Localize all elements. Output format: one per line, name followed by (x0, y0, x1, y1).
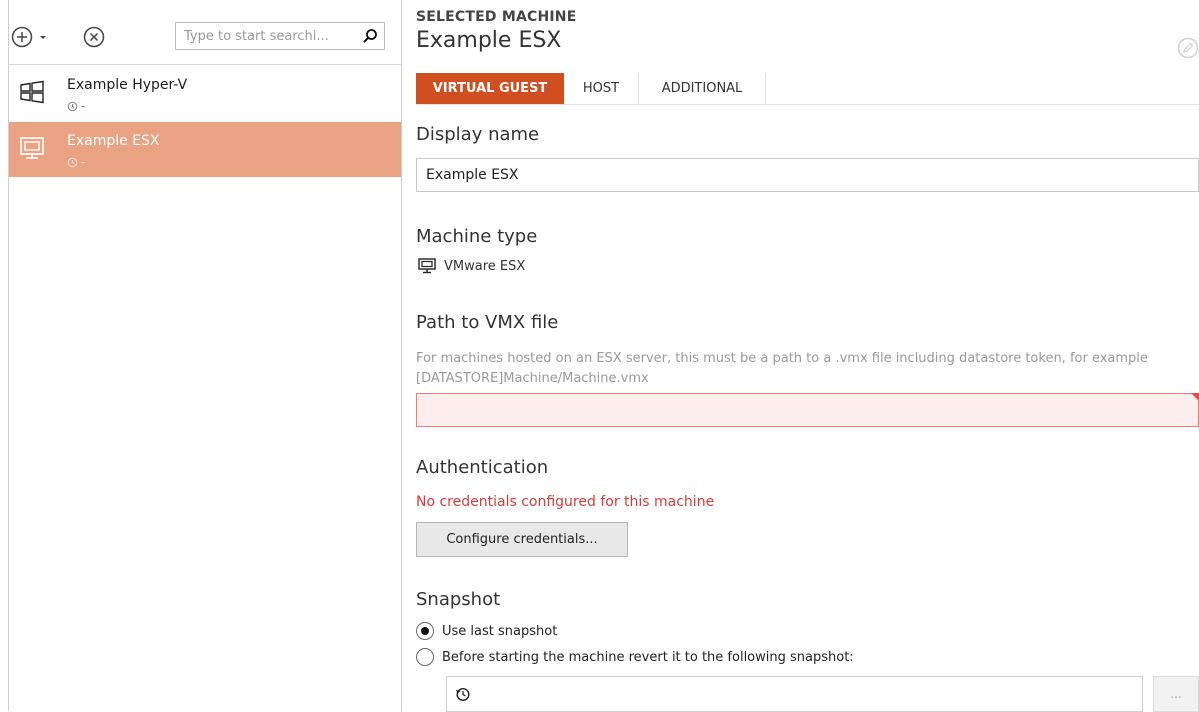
machine-type-value: VMware ESX (418, 258, 525, 274)
radio-button[interactable] (416, 648, 434, 666)
tab-bar: VIRTUAL GUEST HOST ADDITIONAL (416, 73, 1199, 105)
monitor-icon (20, 137, 44, 159)
configure-credentials-button[interactable]: Configure credentials... (416, 522, 628, 557)
chevron-down-icon[interactable] (37, 30, 49, 44)
vmx-path-hint: For machines hosted on an ESX server, th… (416, 351, 1148, 386)
credentials-warning: No credentials configured for this machi… (416, 494, 715, 510)
machine-status-text: - (81, 155, 86, 169)
vmx-path-label: Path to VMX file (416, 312, 559, 333)
machine-list-pane: Example Hyper-V - Example ESX - (8, 0, 402, 711)
validation-error-marker (1191, 393, 1199, 401)
list-toolbar (9, 0, 401, 65)
machine-status: - (67, 155, 85, 169)
search-input[interactable] (176, 23, 354, 49)
machine-list-item-esx[interactable]: Example ESX - (9, 122, 401, 177)
machine-name: Example Hyper-V (67, 77, 188, 93)
search-icon[interactable] (362, 28, 378, 44)
snapshot-select-field[interactable] (446, 676, 1143, 712)
history-icon (67, 101, 78, 111)
radio-button[interactable] (416, 622, 434, 640)
machine-type-text: VMware ESX (444, 258, 526, 274)
history-icon (455, 687, 470, 702)
authentication-label: Authentication (416, 457, 549, 478)
search-box (175, 22, 385, 50)
tab-virtual-guest[interactable]: VIRTUAL GUEST (416, 73, 564, 104)
snapshot-label: Snapshot (416, 589, 501, 610)
monitor-icon (418, 258, 436, 274)
machine-status-text: - (81, 99, 86, 113)
plus-circle-icon[interactable] (11, 26, 33, 48)
machine-status: - (67, 99, 85, 113)
tab-host[interactable]: HOST (564, 73, 638, 104)
windows-icon (20, 80, 44, 104)
display-name-input[interactable] (416, 158, 1199, 192)
display-name-label: Display name (416, 124, 540, 145)
machine-name: Example ESX (67, 133, 160, 149)
history-icon (67, 157, 78, 167)
close-circle-icon[interactable] (83, 26, 105, 48)
machine-details-pane: SELECTED MACHINE Example ESX VIRTUAL GUE… (416, 0, 1199, 712)
edit-icon[interactable] (1177, 37, 1199, 59)
snapshot-option-revert[interactable]: Before starting the machine revert it to… (416, 648, 854, 666)
page-title: Example ESX (416, 28, 562, 53)
snapshot-option-label: Before starting the machine revert it to… (442, 649, 854, 665)
vmx-path-input[interactable] (416, 393, 1199, 427)
tab-additional[interactable]: ADDITIONAL (638, 73, 766, 104)
snapshot-option-label: Use last snapshot (442, 623, 558, 639)
snapshot-option-last[interactable]: Use last snapshot (416, 622, 557, 640)
snapshot-browse-button[interactable]: ... (1153, 676, 1199, 712)
machine-list-item-hyper-v[interactable]: Example Hyper-V - (9, 66, 401, 121)
section-caption: SELECTED MACHINE (416, 9, 577, 25)
machine-type-label: Machine type (416, 226, 538, 247)
